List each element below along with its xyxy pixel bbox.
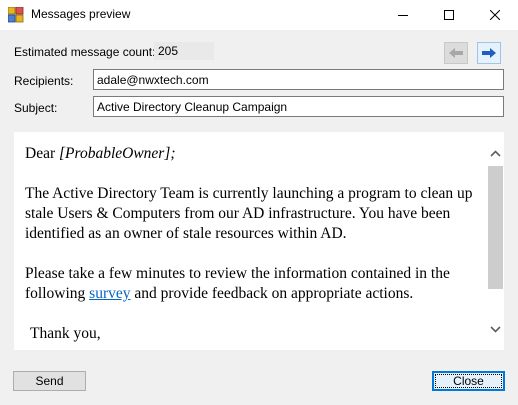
body-paragraph-2: Please take a few minutes to review the …	[25, 264, 480, 304]
scroll-down-button[interactable]	[487, 321, 504, 338]
survey-link[interactable]: survey	[89, 285, 130, 302]
close-window-button[interactable]	[472, 0, 518, 30]
close-icon	[490, 10, 500, 20]
send-button[interactable]: Send	[13, 371, 86, 391]
scroll-thumb[interactable]	[488, 166, 503, 289]
title-bar[interactable]: Messages preview	[0, 0, 518, 30]
message-count-label: Estimated message count:	[14, 45, 156, 59]
window-title: Messages preview	[31, 7, 131, 21]
subject-field[interactable]	[93, 96, 504, 117]
vertical-scrollbar[interactable]	[487, 132, 504, 350]
scroll-up-button[interactable]	[487, 145, 504, 162]
message-body-panel[interactable]: Dear [ProbableOwner]; The Active Directo…	[14, 132, 504, 350]
chevron-up-icon	[490, 150, 501, 157]
minimize-icon	[398, 15, 408, 16]
app-icon	[7, 6, 24, 23]
minimize-button[interactable]	[380, 0, 426, 30]
closing-line: Thank you,	[30, 325, 101, 342]
message-count-value: 205	[154, 42, 214, 60]
maximize-button[interactable]	[426, 0, 472, 30]
greeting-line: Dear [ProbableOwner];	[25, 144, 480, 164]
message-body: Dear [ProbableOwner]; The Active Directo…	[25, 144, 480, 344]
recipients-label: Recipients:	[14, 74, 74, 88]
paragraph-2-after: and provide feedback on appropriate acti…	[130, 285, 414, 302]
subject-label: Subject:	[14, 101, 58, 115]
previous-message-button[interactable]	[444, 42, 468, 64]
body-paragraph-1: The Active Directory Team is currently l…	[25, 185, 473, 242]
greeting-prefix: Dear	[25, 145, 59, 162]
recipients-field[interactable]	[93, 69, 504, 90]
maximize-icon	[444, 10, 454, 20]
close-button[interactable]: Close	[432, 371, 505, 391]
arrow-left-icon	[449, 48, 463, 58]
focus-indicator	[435, 374, 502, 388]
next-message-button[interactable]	[477, 42, 501, 64]
owner-placeholder: [ProbableOwner];	[59, 145, 176, 162]
chevron-down-icon	[490, 326, 501, 333]
arrow-right-icon	[482, 48, 496, 58]
